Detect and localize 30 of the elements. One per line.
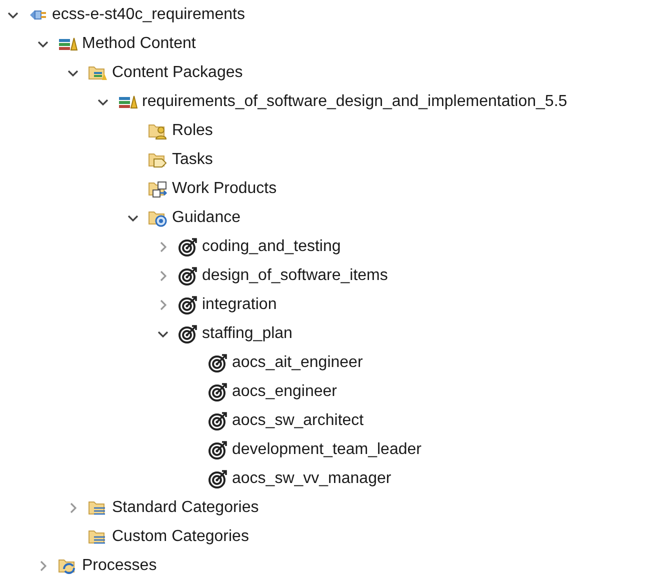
tree-item[interactable]: aocs_sw_architect: [232, 408, 364, 432]
target-icon: [178, 294, 198, 314]
target-icon: [208, 352, 228, 372]
tree-item[interactable]: ecss-e-st40c_requirements: [52, 2, 245, 26]
target-icon: [178, 236, 198, 256]
tree-item[interactable]: aocs_engineer: [232, 380, 337, 404]
tree-item[interactable]: Method Content: [82, 32, 196, 56]
tree-item[interactable]: Guidance: [172, 206, 240, 230]
tree-item[interactable]: Tasks: [172, 148, 213, 172]
tree-item[interactable]: aocs_sw_vv_manager: [232, 466, 392, 490]
tree-item[interactable]: integration: [202, 292, 277, 316]
target-icon: [208, 382, 228, 402]
target-icon: [208, 410, 228, 430]
folder-document-icon: [148, 178, 168, 198]
tree-item[interactable]: Processes: [82, 554, 157, 578]
target-icon: [178, 266, 198, 286]
tree-item[interactable]: Roles: [172, 118, 213, 142]
tree-item[interactable]: development_team_leader: [232, 438, 422, 462]
tree-item[interactable]: staffing_plan: [202, 322, 292, 346]
tree-item[interactable]: Standard Categories: [112, 496, 259, 520]
tree-item[interactable]: coding_and_testing: [202, 234, 341, 258]
tree-item[interactable]: aocs_ait_engineer: [232, 350, 363, 374]
tree-item[interactable]: Content Packages: [112, 60, 243, 84]
tree-item[interactable]: Custom Categories: [112, 524, 249, 548]
tree-item[interactable]: design_of_software_items: [202, 264, 388, 288]
tree-item[interactable]: Work Products: [172, 176, 277, 200]
target-icon: [178, 324, 198, 344]
target-icon: [208, 468, 228, 488]
target-icon: [208, 440, 228, 460]
tree-item[interactable]: requirements_of_software_design_and_implementation_5.5: [142, 90, 568, 114]
